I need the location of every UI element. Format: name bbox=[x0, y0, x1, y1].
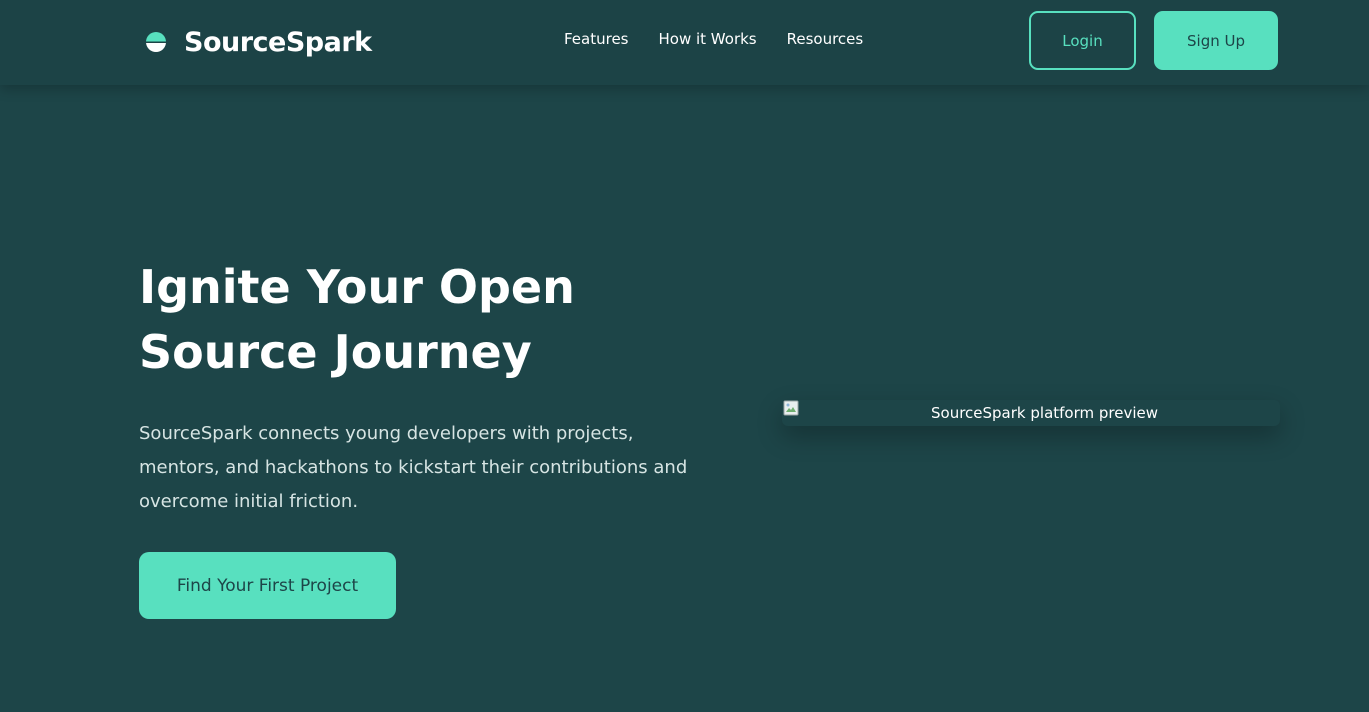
preview-alt-text: SourceSpark platform preview bbox=[931, 404, 1159, 422]
nav-links: Features How it Works Resources bbox=[564, 30, 863, 48]
platform-preview-image: SourceSpark platform preview bbox=[782, 400, 1280, 426]
navbar: SourceSpark Features How it Works Resour… bbox=[0, 0, 1369, 85]
brand-name: SourceSpark bbox=[184, 26, 372, 58]
sign-up-button[interactable]: Sign Up bbox=[1154, 11, 1278, 70]
hero-description: SourceSpark connects young developers wi… bbox=[139, 423, 688, 512]
hero-title: Ignite Your Open Source Journey bbox=[139, 260, 575, 379]
logo-icon bbox=[146, 32, 166, 52]
nav-link-how-it-works[interactable]: How it Works bbox=[659, 30, 757, 48]
broken-image-icon bbox=[783, 400, 799, 416]
brand-logo[interactable]: SourceSpark bbox=[146, 22, 372, 62]
nav-link-features[interactable]: Features bbox=[564, 30, 629, 48]
nav-link-resources[interactable]: Resources bbox=[787, 30, 864, 48]
find-first-project-button[interactable]: Find Your First Project bbox=[139, 552, 396, 619]
login-button[interactable]: Login bbox=[1029, 11, 1136, 70]
